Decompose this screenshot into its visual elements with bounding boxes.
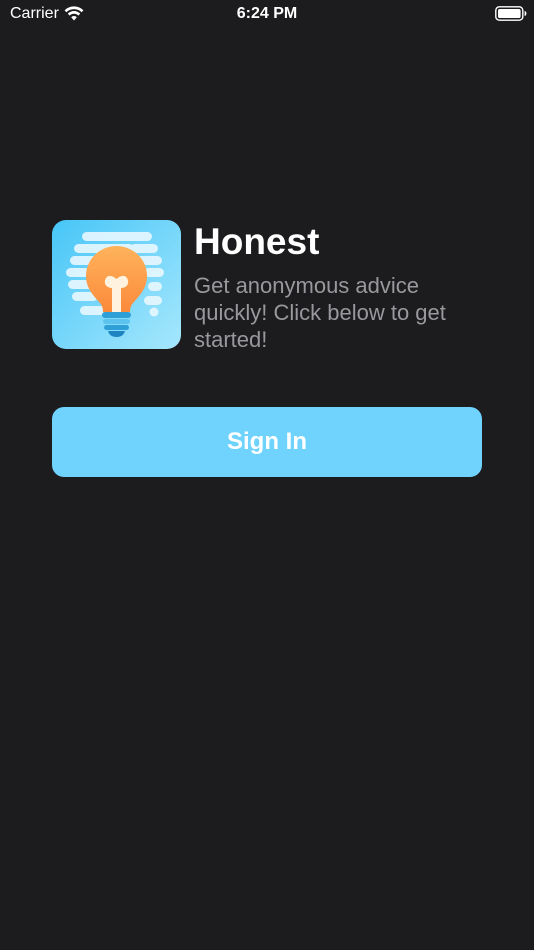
status-bar: Carrier 6:24 PM — [0, 0, 534, 28]
app-subtitle: Get anonymous advice quickly! Click belo… — [194, 273, 446, 352]
app-title: Honest — [194, 221, 320, 262]
status-time: 6:24 PM — [236, 5, 298, 22]
battery-icon — [495, 6, 527, 21]
sign-in-button[interactable]: Sign In — [52, 407, 482, 477]
lightbulb-icon — [52, 220, 181, 349]
app-logo — [52, 220, 181, 349]
